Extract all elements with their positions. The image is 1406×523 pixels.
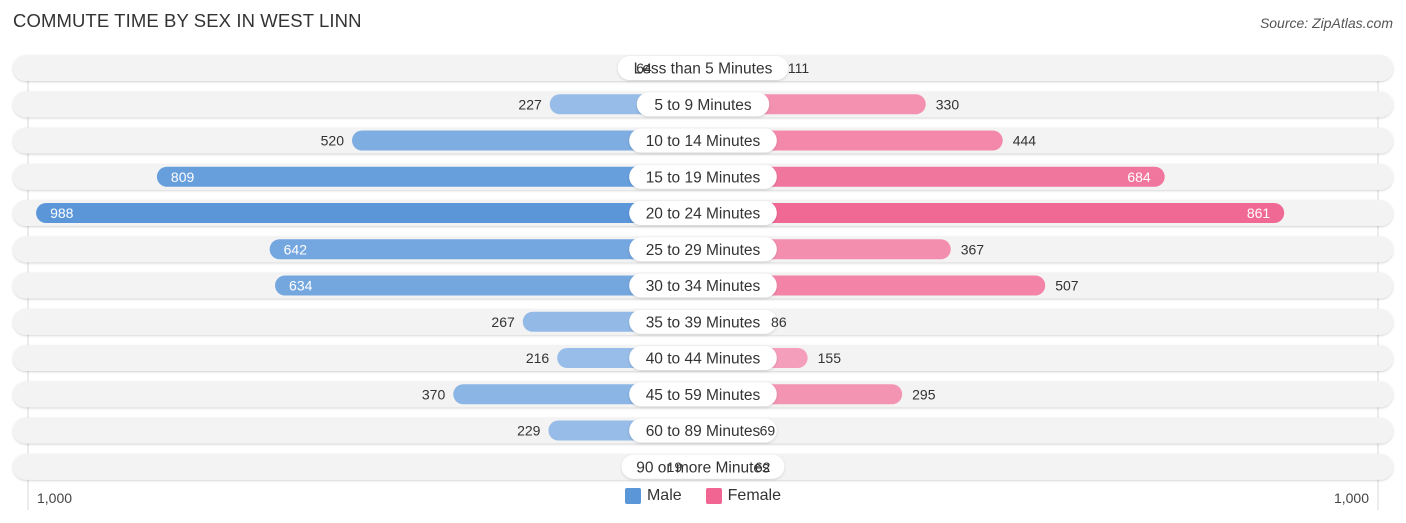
value-label-female: 444 — [1013, 133, 1037, 149]
row-11: 90 or more Minutes19 62 — [13, 453, 1393, 480]
value-label-female: 86 — [771, 314, 787, 330]
value-label-female: 155 — [818, 350, 842, 366]
legend-swatch-female — [705, 488, 722, 504]
row-4: 20 to 24 Minutes 988 861 — [13, 200, 1393, 226]
legend-item-female[interactable]: Female — [705, 487, 782, 505]
row-9: 45 to 59 Minutes 370 295 — [13, 381, 1393, 408]
value-label-male: 19 — [667, 459, 683, 475]
category-label: 5 to 9 Minutes — [654, 97, 752, 114]
value-label-female: 507 — [1055, 278, 1079, 294]
row-2: 10 to 14 Minutes 520 444 — [13, 127, 1393, 154]
row-0: Less than 5 Minutes64 111 — [13, 55, 1393, 81]
value-label-female: 861 — [1247, 205, 1271, 221]
legend-item-male[interactable]: Male — [624, 487, 682, 505]
value-label-male: 370 — [422, 386, 446, 402]
value-label-female: 111 — [788, 60, 809, 76]
value-label-male: 229 — [517, 423, 541, 439]
row-6: 30 to 34 Minutes 634 507 — [13, 272, 1393, 299]
category-label: 35 to 39 Minutes — [646, 314, 761, 331]
value-label-female: 330 — [936, 96, 960, 112]
value-label-female: 69 — [760, 423, 776, 439]
chart-area: Less than 5 Minutes64 111 5 to 9 Minutes 22… — [13, 55, 1393, 510]
row-1: 5 to 9 Minutes 227 330 — [13, 91, 1393, 118]
category-label: 60 to 89 Minutes — [646, 423, 761, 440]
value-label-female: 295 — [912, 386, 936, 402]
category-label: 15 to 19 Minutes — [646, 169, 761, 186]
legend-label-female: Female — [727, 487, 782, 504]
value-label-male: 520 — [321, 133, 345, 149]
category-label: 45 to 59 Minutes — [646, 387, 761, 404]
value-label-male: 988 — [50, 205, 74, 221]
value-label-male: 634 — [289, 278, 313, 294]
value-label-male: 227 — [518, 96, 542, 112]
row-7: 35 to 39 Minutes 267 86 — [13, 308, 1393, 335]
category-label: 20 to 24 Minutes — [646, 206, 761, 223]
bar-male[interactable] — [36, 203, 714, 223]
category-label: 30 to 34 Minutes — [646, 278, 761, 295]
bar-female[interactable] — [693, 203, 1285, 223]
value-label-male: 809 — [171, 169, 195, 185]
value-label-male: 216 — [526, 350, 550, 366]
value-label-male: 64 — [636, 60, 652, 76]
row-3: 15 to 19 Minutes 809 684 — [13, 163, 1393, 190]
category-label: 25 to 29 Minutes — [646, 242, 761, 259]
legend-swatch-male — [624, 488, 641, 504]
value-label-female: 62 — [755, 459, 771, 475]
value-label-female: 684 — [1127, 169, 1151, 185]
legend-label-male: Male — [646, 487, 682, 504]
category-label: 10 to 14 Minutes — [646, 133, 761, 150]
category-label: Less than 5 Minutes — [634, 61, 773, 78]
value-label-male: 642 — [284, 241, 308, 257]
value-label-female: 367 — [961, 241, 985, 257]
value-label-male: 267 — [491, 314, 515, 330]
category-label: 40 to 44 Minutes — [646, 351, 761, 368]
legend: Male Female — [0, 487, 1406, 505]
row-5: 25 to 29 Minutes 642 367 — [13, 236, 1393, 263]
category-label: 90 or more Minutes — [636, 459, 770, 476]
row-10: 60 to 89 Minutes 229 69 — [13, 417, 1393, 444]
row-8: 40 to 44 Minutes 216 155 — [13, 345, 1393, 371]
